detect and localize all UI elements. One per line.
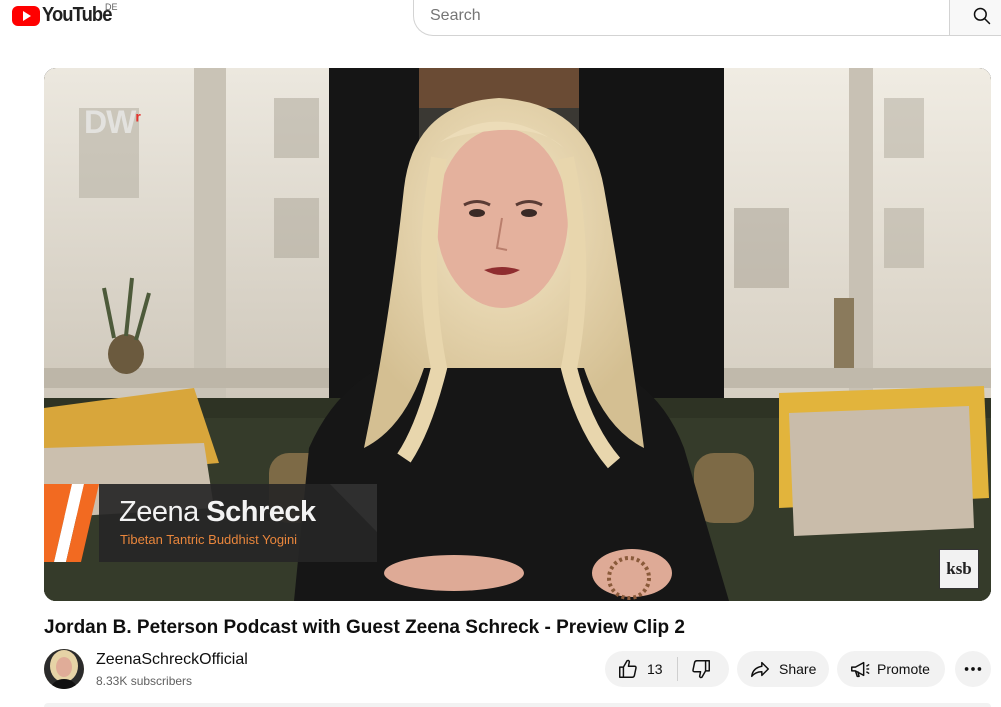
lower-third-caption: Zeena Schreck Tibetan Tantric Buddhist Y…	[44, 484, 377, 562]
lower-third-name: Zeena Schreck	[119, 496, 316, 528]
logo-text: YouTube	[42, 4, 112, 26]
subscriber-count: 8.33K subscribers	[96, 674, 193, 688]
megaphone-icon	[851, 661, 870, 678]
thumbs-up-icon	[619, 659, 637, 678]
avatar-image	[44, 649, 84, 689]
region-code: DE	[105, 2, 118, 12]
search-icon	[973, 7, 991, 25]
more-horizontal-icon	[964, 667, 982, 671]
video-title: Jordan B. Peterson Podcast with Guest Ze…	[44, 617, 685, 638]
search-button[interactable]	[949, 0, 1001, 36]
youtube-logo[interactable]: YouTube	[12, 4, 118, 27]
promote-label: Promote	[877, 661, 930, 677]
share-icon	[751, 661, 769, 678]
channel-avatar[interactable]	[44, 649, 84, 689]
like-count: 13	[647, 661, 663, 677]
masthead: YouTube DE	[0, 0, 1001, 36]
dislike-button[interactable]	[678, 651, 728, 687]
share-button[interactable]: Share	[737, 651, 829, 687]
lower-third-role: Tibetan Tantric Buddhist Yogini	[120, 532, 298, 547]
promote-button[interactable]: Promote	[837, 651, 945, 687]
ksb-corner-logo: ksb	[939, 549, 979, 589]
thumbs-down-icon	[692, 660, 710, 679]
dw-watermark-logo: DWr	[84, 104, 141, 140]
channel-name-link[interactable]: ZeenaSchreckOfficial	[96, 651, 248, 669]
youtube-play-icon	[12, 5, 40, 26]
search-input[interactable]	[430, 7, 950, 25]
video-player[interactable]: DWr Zeena Schreck Tibetan Tantric Buddhi…	[44, 68, 991, 601]
more-actions-button[interactable]	[955, 651, 991, 687]
like-dislike-group: 13	[605, 651, 729, 687]
description-box-edge	[44, 703, 991, 707]
search-box[interactable]	[413, 0, 950, 36]
share-label: Share	[779, 661, 817, 677]
like-button[interactable]: 13	[605, 651, 677, 687]
